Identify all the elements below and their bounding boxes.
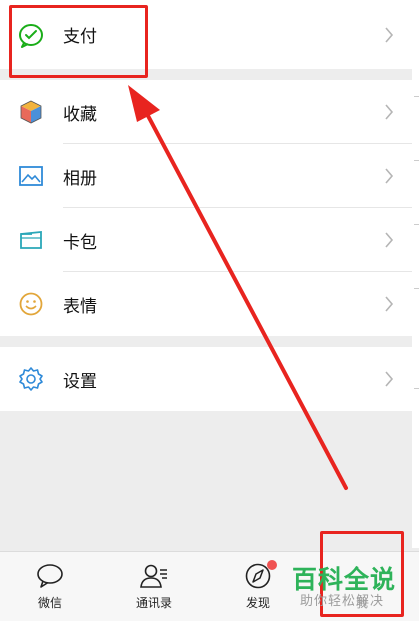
watermark-subtitle: 助你轻松解决 (300, 594, 385, 609)
annotation-arrow (128, 85, 348, 490)
